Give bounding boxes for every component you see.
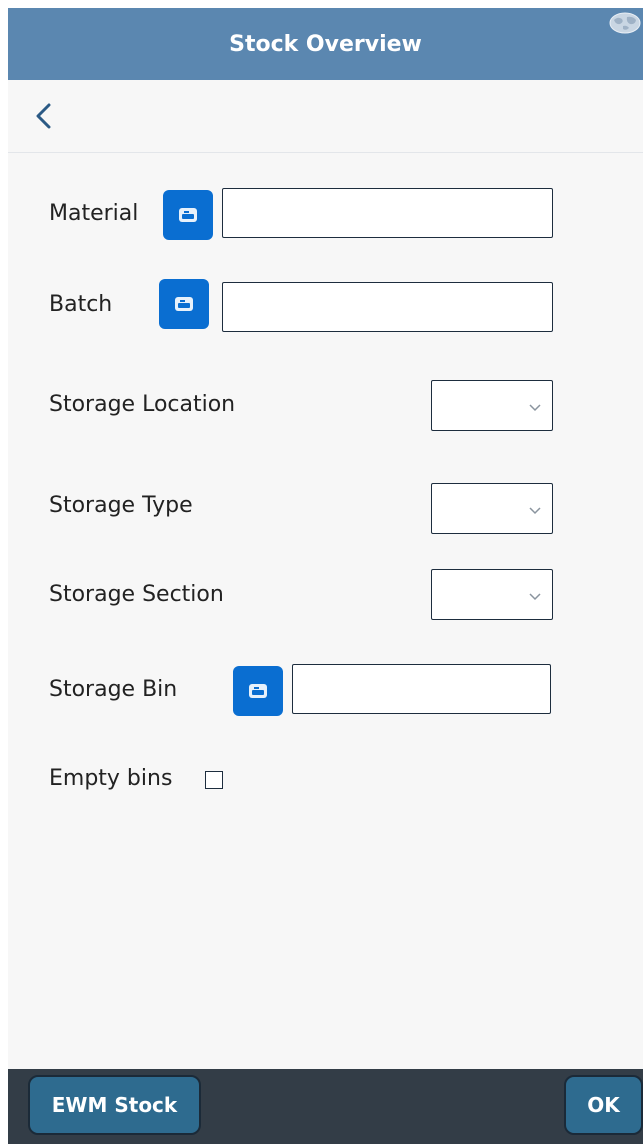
material-scan-button[interactable] [163,190,213,240]
storage-location-select[interactable] [431,380,553,431]
storage-type-label: Storage Type [49,493,193,518]
storage-type-select[interactable] [431,483,553,534]
barcode-scan-icon [249,684,267,698]
chevron-down-icon [529,593,541,601]
batch-scan-button[interactable] [159,279,209,329]
empty-bins-checkbox[interactable] [205,771,223,789]
chevron-down-icon [529,507,541,515]
page-title: Stock Overview [229,31,422,57]
storage-bin-scan-button[interactable] [233,666,283,716]
storage-bin-label: Storage Bin [49,677,178,702]
material-label: Material [49,201,139,226]
storage-location-label: Storage Location [49,392,236,417]
app-header: Stock Overview [8,8,643,80]
storage-section-select[interactable] [431,569,553,620]
batch-label: Batch [49,292,113,317]
globe-icon[interactable] [609,12,641,34]
footer-bar: EWM Stock OK [8,1069,643,1144]
chevron-left-icon[interactable] [32,102,56,130]
app-screen: Stock Overview Material Batch Storage Lo… [8,8,643,1144]
barcode-scan-icon [175,297,193,311]
material-input[interactable] [222,188,553,238]
ewm-stock-button[interactable]: EWM Stock [28,1075,201,1135]
chevron-down-icon [529,404,541,412]
empty-bins-label: Empty bins [49,766,173,791]
storage-section-label: Storage Section [49,582,224,607]
storage-bin-input[interactable] [292,664,551,714]
ok-button[interactable]: OK [564,1075,643,1135]
barcode-scan-icon [179,208,197,222]
navigation-bar [8,80,643,153]
batch-input[interactable] [222,282,553,332]
